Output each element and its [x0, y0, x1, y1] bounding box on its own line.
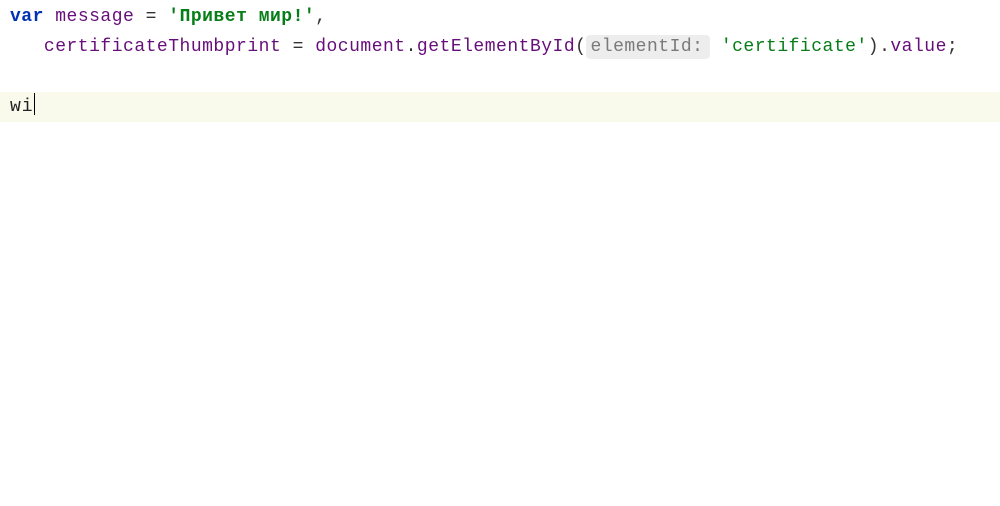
- identifier-certificate: certificateThumbprint: [44, 37, 281, 57]
- typed-text: wi: [10, 97, 34, 117]
- semicolon: ;: [947, 37, 958, 57]
- space: [710, 37, 721, 57]
- space: [157, 7, 168, 27]
- code-line-4-current[interactable]: wi: [0, 92, 1000, 122]
- method-getelementbyid: getElementById: [417, 37, 575, 57]
- operator-equals: =: [293, 37, 304, 57]
- dot-operator: .: [879, 37, 890, 57]
- rparen: ): [868, 37, 879, 57]
- string-literal: 'Привет мир!': [168, 7, 315, 27]
- indent: [10, 37, 44, 57]
- space: [44, 7, 55, 27]
- identifier-message: message: [55, 7, 134, 27]
- dot-operator: .: [406, 37, 417, 57]
- code-line-1[interactable]: var message = 'Привет мир!',: [0, 2, 1000, 32]
- space: [304, 37, 315, 57]
- identifier-document: document: [315, 37, 405, 57]
- parameter-hint: elementId:: [586, 35, 709, 59]
- comma: ,: [315, 7, 326, 27]
- space: [134, 7, 145, 27]
- operator-equals: =: [146, 7, 157, 27]
- keyword-var: var: [10, 7, 44, 27]
- property-value: value: [890, 37, 947, 57]
- string-literal: 'certificate': [721, 37, 868, 57]
- space: [281, 37, 292, 57]
- lparen: (: [575, 37, 586, 57]
- code-editor[interactable]: var message = 'Привет мир!', certificate…: [0, 0, 1000, 506]
- code-line-2[interactable]: certificateThumbprint = document.getElem…: [0, 32, 1000, 62]
- text-caret: [34, 93, 36, 115]
- code-line-3[interactable]: [0, 62, 1000, 92]
